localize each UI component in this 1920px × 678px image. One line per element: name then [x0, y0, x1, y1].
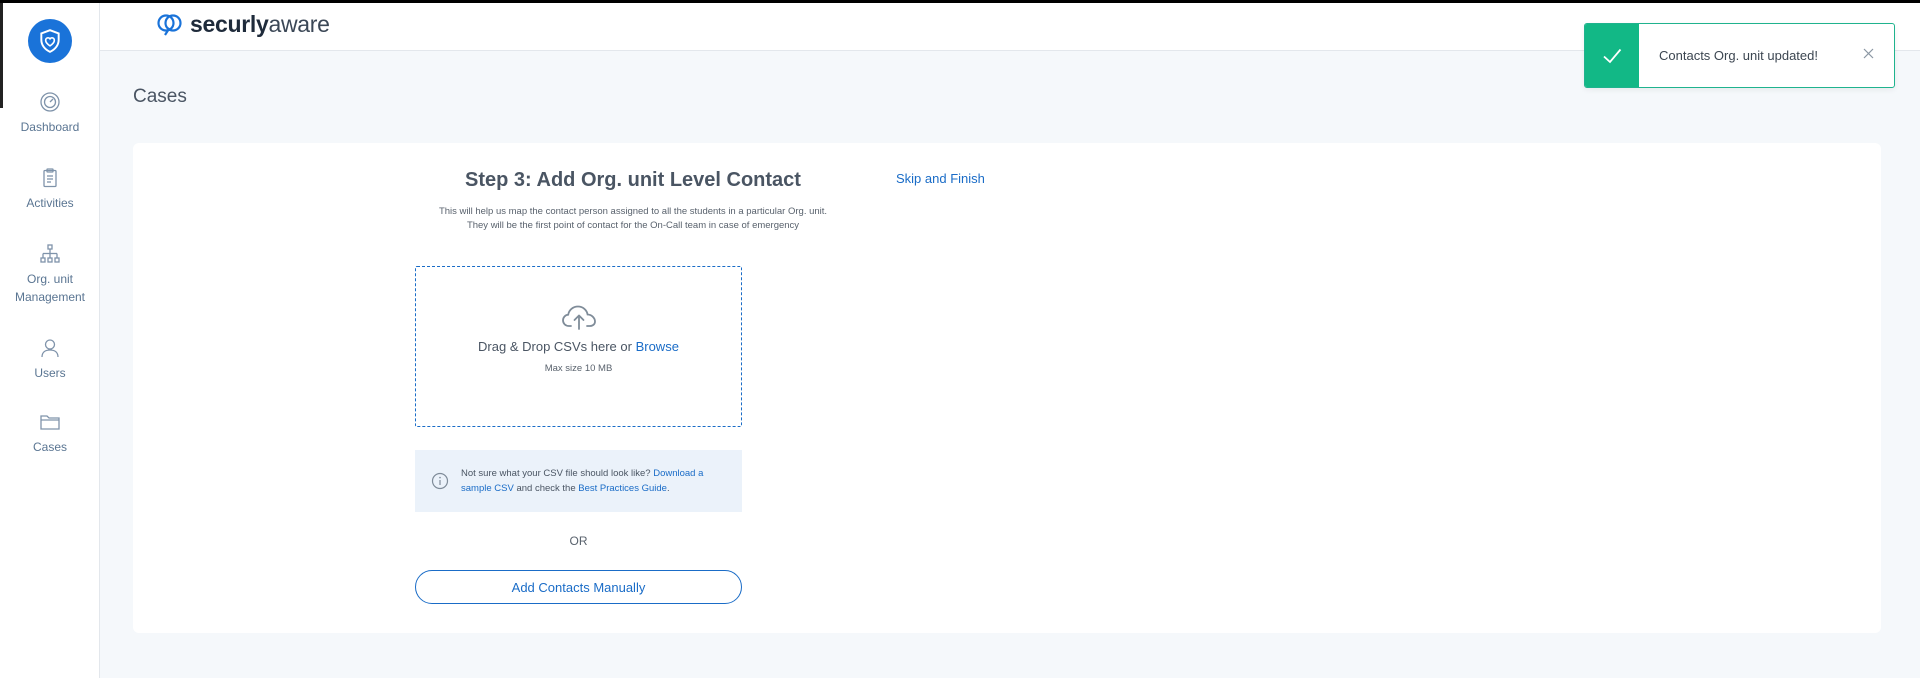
- sidebar: Dashboard Activities Org. unit Managemen…: [0, 0, 100, 678]
- page-title: Cases: [133, 86, 187, 107]
- sidebar-item-label: Dashboard: [20, 120, 80, 134]
- toast-status-bar: [1585, 24, 1639, 87]
- max-size-note: Max size 10 MB: [544, 363, 613, 374]
- dropzone-text: Drag & Drop CSVs here or Browse: [478, 339, 679, 354]
- gauge-icon: [38, 90, 62, 114]
- sidebar-item-label: Activities: [26, 196, 74, 210]
- app-root: Dashboard Activities Org. unit Managemen…: [0, 0, 1920, 678]
- step-description: This will help us map the contact person…: [333, 205, 933, 233]
- sidebar-item-label: Users: [34, 366, 66, 380]
- toast-message: Contacts Org. unit updated!: [1659, 48, 1818, 63]
- close-icon[interactable]: [1858, 44, 1878, 64]
- best-practices-guide-link[interactable]: Best Practices Guide: [578, 483, 667, 494]
- csv-help-text: Not sure what your CSV file should look …: [461, 466, 731, 496]
- cloud-upload-icon: [561, 305, 596, 330]
- user-icon: [38, 336, 62, 360]
- securly-aware-logo[interactable]: securlyaware: [156, 11, 330, 38]
- info-icon: [431, 472, 449, 490]
- folder-icon: [38, 410, 62, 434]
- or-divider: OR: [569, 534, 588, 548]
- help-text-part: and check the: [516, 483, 576, 494]
- success-toast: Contacts Org. unit updated!: [1584, 23, 1895, 88]
- sidebar-item-users[interactable]: Users: [0, 336, 100, 382]
- check-icon: [1603, 48, 1622, 63]
- help-text-part: .: [666, 483, 670, 494]
- hierarchy-icon: [38, 242, 62, 266]
- logo-light-text: aware: [268, 11, 330, 37]
- sidebar-item-label: Cases: [32, 440, 67, 454]
- step-description-line: They will be the first point of contact …: [466, 220, 800, 231]
- csv-dropzone[interactable]: Drag & Drop CSVs here or Browse Max size…: [415, 266, 742, 427]
- sidebar-item-org-unit-management[interactable]: Org. unit Management: [0, 242, 100, 306]
- logo-mark-icon: [157, 13, 182, 36]
- browse-link[interactable]: Browse: [636, 339, 679, 354]
- brand-shield-icon[interactable]: [28, 19, 72, 63]
- logo-wordmark: securlyaware: [190, 11, 330, 38]
- dropzone-instruction: Drag & Drop CSVs here or: [478, 339, 632, 354]
- sidebar-item-dashboard[interactable]: Dashboard: [0, 90, 100, 136]
- step-description-line: This will help us map the contact person…: [438, 206, 828, 217]
- sidebar-item-label: Org. unit Management: [14, 272, 86, 304]
- add-contacts-manually-button[interactable]: Add Contacts Manually: [415, 570, 742, 604]
- top-strip: [0, 0, 1920, 3]
- logo-bold-text: securly: [190, 11, 269, 37]
- sidebar-item-cases[interactable]: Cases: [0, 410, 100, 456]
- setup-card: Step 3: Add Org. unit Level Contact This…: [133, 143, 1881, 633]
- csv-help-box: Not sure what your CSV file should look …: [415, 450, 742, 512]
- clipboard-icon: [38, 166, 62, 190]
- sidebar-item-activities[interactable]: Activities: [0, 166, 100, 212]
- help-text-part: Not sure what your CSV file should look …: [461, 468, 651, 479]
- skip-and-finish-link[interactable]: Skip and Finish: [896, 171, 985, 186]
